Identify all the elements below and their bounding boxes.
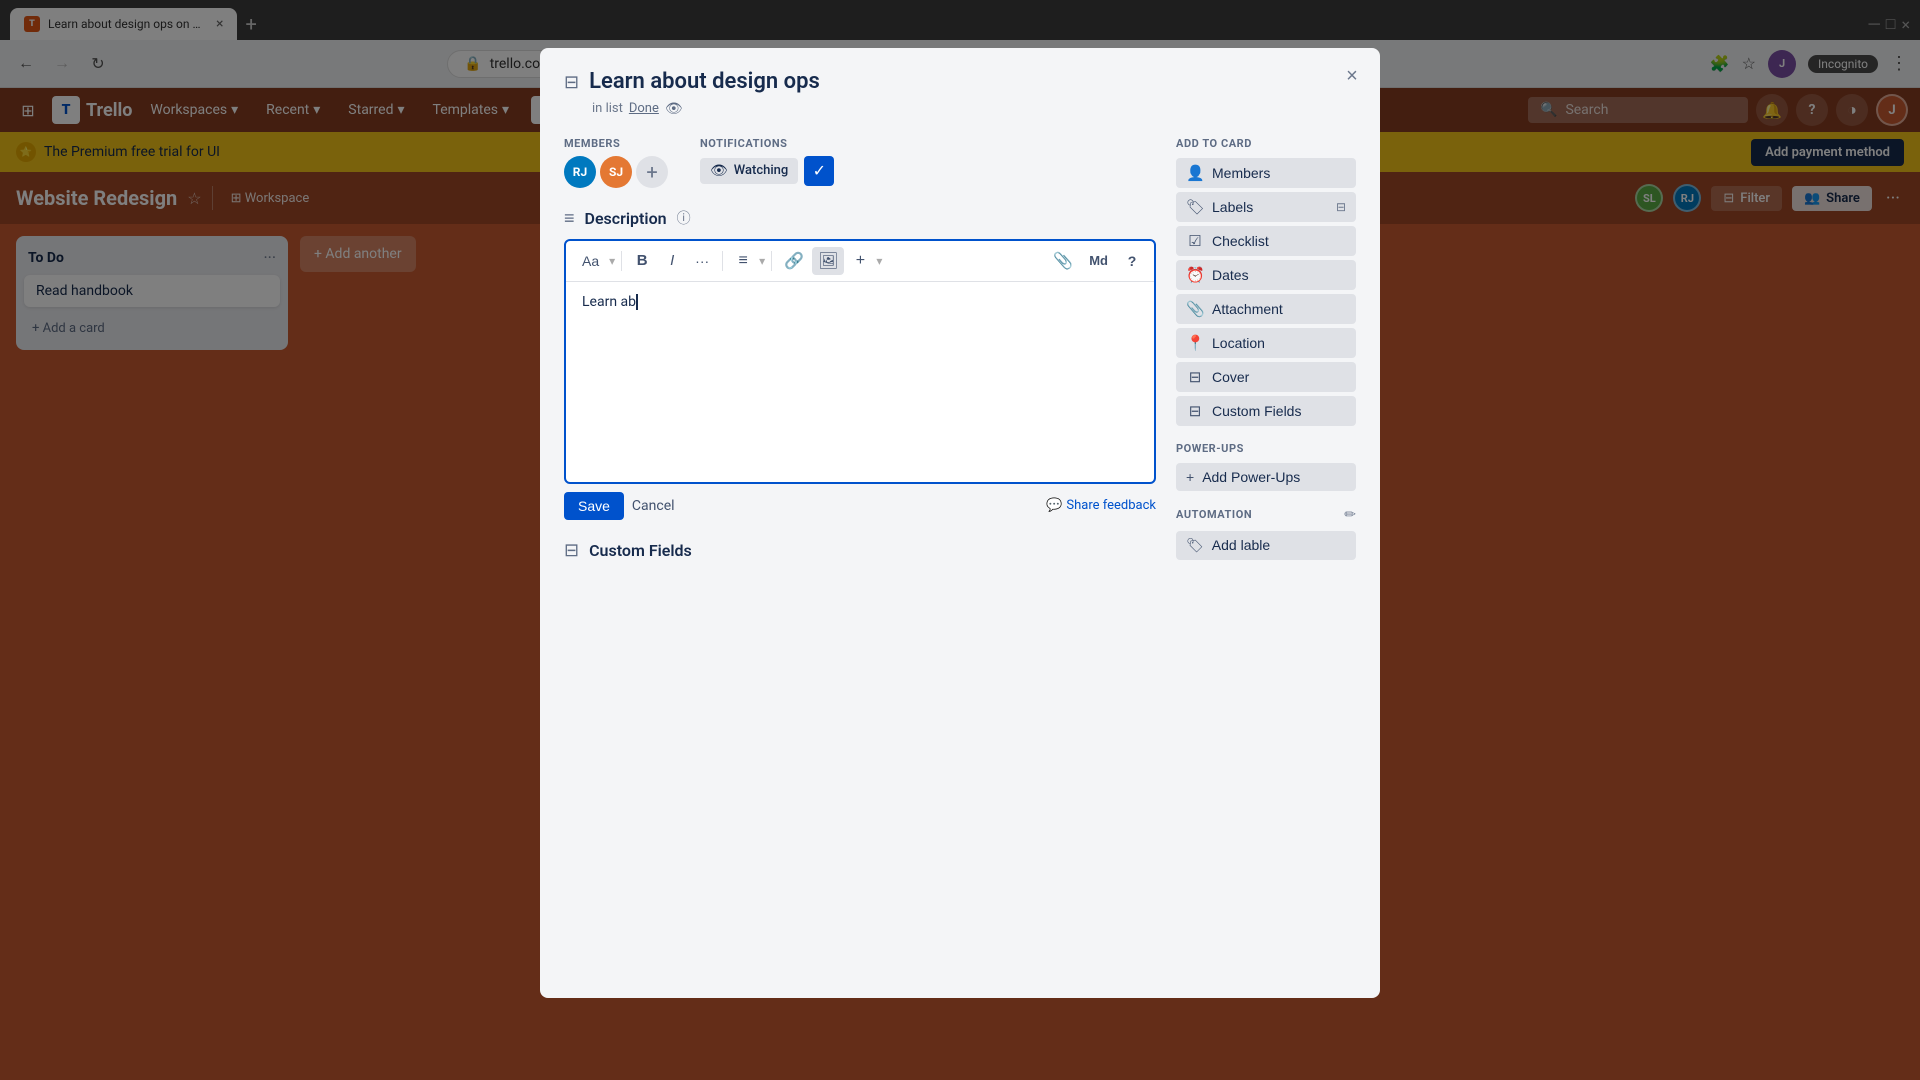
bold-btn[interactable]: B [628, 247, 656, 275]
image-btn[interactable]: 🖼 [812, 247, 844, 275]
labels-copy-icon: ⊟ [1336, 200, 1346, 214]
location-btn-icon: 📍 [1186, 334, 1204, 352]
editor-toolbar: Aa ▾ B I ··· ≡ ▾ 🔗 🖼 [566, 241, 1154, 282]
label-icon: 🏷 [1186, 537, 1204, 554]
card-title-icon: ⊟ [564, 72, 579, 93]
image-btn-wrapper: 🖼 Image [812, 247, 844, 275]
add-to-card-title: Add to card [1176, 137, 1356, 150]
eye-icon: 👁 [710, 163, 728, 179]
custom-fields-btn-icon: ⊟ [1186, 402, 1204, 420]
feedback-link[interactable]: 💬 Share feedback [1046, 498, 1156, 513]
editor-actions: Save Cancel 💬 Share feedback [564, 492, 1156, 520]
plus-btn[interactable]: + [846, 247, 874, 275]
description-info-icon[interactable]: ⓘ [677, 208, 691, 228]
add-label-btn[interactable]: 🏷 Add lable [1176, 531, 1356, 560]
members-btn-icon: 👤 [1186, 164, 1204, 182]
add-checklist-btn[interactable]: ☑ Checklist [1176, 226, 1356, 256]
watch-icon[interactable]: 👁 [665, 101, 683, 117]
editor-help-btn[interactable]: ? [1118, 247, 1146, 275]
editor-content[interactable]: Learn ab [566, 282, 1154, 482]
power-ups-section: Power-Ups + Add Power-Ups [1176, 442, 1356, 491]
automation-edit-icon[interactable]: ✏ [1344, 507, 1356, 523]
modal-sidebar: Add to card 👤 Members 🏷 Labels ⊟ ☑ Check… [1176, 137, 1356, 571]
add-dates-btn[interactable]: ⏰ Dates [1176, 260, 1356, 290]
watching-btn[interactable]: 👁 Watching [700, 158, 798, 184]
custom-fields-icon: ⊟ [564, 540, 579, 561]
power-ups-title: Power-Ups [1176, 442, 1356, 455]
markdown-btn[interactable]: Md [1081, 247, 1116, 275]
more-format-btn[interactable]: ··· [688, 247, 716, 275]
description-header: ≡ Description ⓘ [564, 208, 1156, 229]
meta-row: Members RJ SJ + Notifications 👁 Watch [564, 137, 1156, 188]
notifications-controls: 👁 Watching ✓ [700, 156, 834, 186]
toolbar-sep1 [621, 251, 622, 271]
text-style-btn[interactable]: Aa [574, 247, 607, 275]
editor-text: Learn ab [582, 294, 636, 310]
member-avatar-rj[interactable]: RJ [564, 156, 596, 188]
members-avatars: RJ SJ + [564, 156, 668, 188]
description-icon: ≡ [564, 208, 575, 229]
add-location-btn[interactable]: 📍 Location [1176, 328, 1356, 358]
add-power-ups-btn[interactable]: + Add Power-Ups [1176, 463, 1356, 491]
checklist-btn-icon: ☑ [1186, 232, 1204, 250]
cancel-link[interactable]: Cancel [632, 498, 675, 514]
modal-card-subtitle: in list Done 👁 [592, 101, 1356, 117]
add-to-card-section: Add to card 👤 Members 🏷 Labels ⊟ ☑ Check… [1176, 137, 1356, 426]
automation-title: Automation [1176, 508, 1252, 521]
toolbar-sep2 [722, 251, 723, 271]
modal-overlay: × ⊟ Learn about design ops in list Done … [0, 0, 1920, 1080]
notifications-group: Notifications 👁 Watching ✓ [700, 137, 834, 188]
add-labels-btn[interactable]: 🏷 Labels ⊟ [1176, 192, 1356, 222]
add-attachment-btn[interactable]: 📎 Attachment [1176, 294, 1356, 324]
italic-btn[interactable]: I [658, 247, 686, 275]
cover-btn-icon: ⊟ [1186, 368, 1204, 386]
custom-fields-section: ⊟ Custom Fields [564, 540, 1156, 561]
add-cover-btn[interactable]: ⊟ Cover [1176, 362, 1356, 392]
watching-check-btn[interactable]: ✓ [804, 156, 834, 186]
modal-main: Members RJ SJ + Notifications 👁 Watch [564, 137, 1156, 571]
attachment-btn[interactable]: 📎 [1047, 247, 1079, 275]
power-ups-plus-icon: + [1186, 469, 1194, 485]
custom-fields-title: Custom Fields [589, 541, 692, 560]
list-btn[interactable]: ≡ [729, 247, 757, 275]
modal-card-title[interactable]: Learn about design ops [589, 68, 820, 97]
add-member-btn[interactable]: + [636, 156, 668, 188]
toolbar-sep3 [771, 251, 772, 271]
custom-fields-header: ⊟ Custom Fields [564, 540, 1156, 561]
automation-section: Automation ✏ 🏷 Add lable [1176, 507, 1356, 560]
link-btn[interactable]: 🔗 [778, 247, 810, 275]
add-members-btn[interactable]: 👤 Members [1176, 158, 1356, 188]
feedback-icon: 💬 [1046, 498, 1062, 513]
description-section: ≡ Description ⓘ Aa ▾ B I ··· [564, 208, 1156, 520]
image-tooltip-arrow [823, 239, 833, 246]
modal-body: Members RJ SJ + Notifications 👁 Watch [564, 137, 1356, 571]
dates-btn-icon: ⏰ [1186, 266, 1204, 284]
text-cursor [636, 294, 638, 310]
list-link[interactable]: Done [629, 101, 659, 116]
labels-btn-icon: 🏷 [1186, 198, 1204, 216]
notifications-label: Notifications [700, 137, 834, 150]
save-btn[interactable]: Save [564, 492, 624, 520]
automation-header-row: Automation ✏ [1176, 507, 1356, 523]
member-avatar-sj[interactable]: SJ [600, 156, 632, 188]
watching-label: Watching [734, 163, 789, 178]
description-title: Description [585, 209, 667, 228]
modal-close-btn[interactable]: × [1336, 60, 1368, 92]
add-custom-fields-btn[interactable]: ⊟ Custom Fields [1176, 396, 1356, 426]
card-modal: × ⊟ Learn about design ops in list Done … [540, 48, 1380, 998]
attachment-btn-icon: 📎 [1186, 300, 1204, 318]
members-label: Members [564, 137, 668, 150]
editor-wrapper: Aa ▾ B I ··· ≡ ▾ 🔗 🖼 [564, 239, 1156, 484]
members-group: Members RJ SJ + [564, 137, 668, 188]
modal-card-header: ⊟ Learn about design ops [564, 68, 1356, 97]
